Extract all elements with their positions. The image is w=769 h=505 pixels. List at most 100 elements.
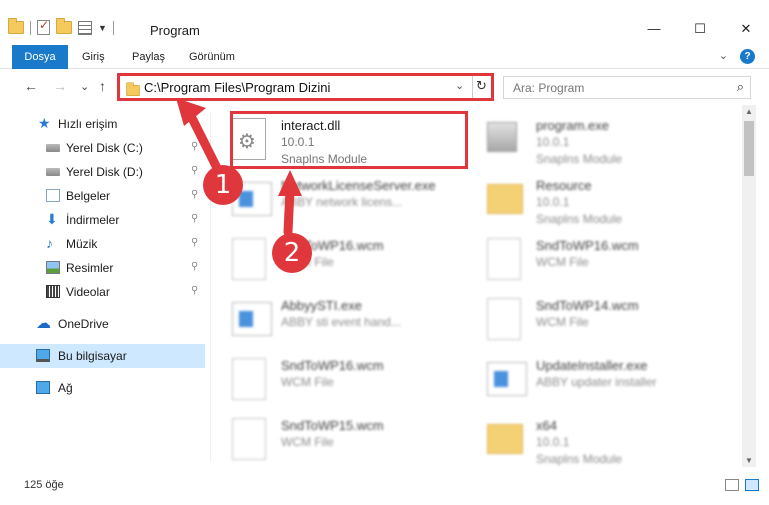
star-icon: ★ <box>38 115 51 131</box>
file-item[interactable]: SndToWP15.wcm WCM File <box>215 410 465 468</box>
file-item[interactable]: program.exe 10.0.1 Snaplns Module <box>470 110 720 168</box>
file-item[interactable]: SndToWP16.wcm WCM File <box>470 230 720 288</box>
file-icon <box>232 238 266 280</box>
sidebar-item-pictures[interactable]: Resimler ⚲ <box>0 256 205 280</box>
file-version: 10.0.1 <box>536 195 570 209</box>
search-input[interactable]: Ara: Program ⌕ <box>503 76 751 99</box>
drive-icon <box>46 144 60 152</box>
file-name: SndToWP16.wcm <box>281 358 384 373</box>
scroll-down-icon[interactable]: ▼ <box>745 456 753 465</box>
sidebar-item-videos[interactable]: Videolar ⚲ <box>0 280 205 304</box>
item-count: 125 öğe <box>24 479 64 491</box>
address-path[interactable]: C:\Program Files\Program Dizini <box>144 80 330 95</box>
sidebar-item-label: Müzik <box>66 237 98 251</box>
expand-ribbon-chevron-icon[interactable]: ⌄ <box>719 49 728 64</box>
sidebar-item-label: Resimler <box>66 261 114 275</box>
file-type: Snaplns Module <box>536 152 623 166</box>
details-view-icon[interactable] <box>725 479 739 491</box>
file-name: Resource <box>536 178 592 193</box>
sidebar-item-downloads[interactable]: ⬇ İndirmeler ⚲ <box>0 208 205 232</box>
sidebar-item-this-pc[interactable]: Bu bilgisayar <box>0 344 205 368</box>
ribbon-right-controls: ⌄ ? <box>719 49 755 64</box>
title-bar: ▼ Program — ☐ ✕ <box>0 0 769 44</box>
pictures-icon <box>46 261 60 274</box>
sidebar-item-onedrive[interactable]: ☁ OneDrive <box>0 312 205 336</box>
pin-icon[interactable]: ⚲ <box>191 237 198 248</box>
folder-icon <box>126 82 140 97</box>
vertical-scrollbar[interactable]: ▲ ▼ <box>742 105 756 467</box>
folder-icon <box>487 424 523 454</box>
up-arrow-icon[interactable]: ↑ <box>99 78 106 94</box>
sidebar-item-network[interactable]: Ağ <box>0 376 205 400</box>
search-icon[interactable]: ⌕ <box>737 79 744 95</box>
scroll-up-icon[interactable]: ▲ <box>745 107 753 116</box>
close-button[interactable]: ✕ <box>723 14 769 44</box>
maximize-button[interactable]: ☐ <box>677 14 723 44</box>
tab-file[interactable]: Dosya <box>12 45 68 69</box>
minimize-button[interactable]: — <box>631 14 677 44</box>
pin-icon[interactable]: ⚲ <box>191 285 198 296</box>
sidebar-item-disk-c[interactable]: Yerel Disk (C:) ⚲ <box>0 136 205 160</box>
file-version: WCM File <box>536 255 589 269</box>
file-item[interactable]: SndToWP16.wcm WCM File <box>215 350 465 408</box>
new-folder-icon[interactable] <box>56 18 72 34</box>
sidebar-item-label: Videolar <box>66 285 110 299</box>
file-item[interactable]: UpdateInstaller.exe ABBY updater install… <box>470 350 720 408</box>
program-icon <box>487 122 517 152</box>
sidebar-item-label: Yerel Disk (C:) <box>66 141 143 155</box>
file-name: SndToWP14.wcm <box>536 298 639 313</box>
file-version: ABBY sti event hand... <box>281 315 401 329</box>
back-arrow-icon[interactable]: ← <box>24 78 38 94</box>
pin-icon[interactable]: ⚲ <box>191 165 198 176</box>
file-version: WCM File <box>281 375 334 389</box>
file-type: Snaplns Module <box>536 212 623 226</box>
file-item[interactable]: Resource 10.0.1 Snaplns Module <box>470 170 720 228</box>
sidebar-item-documents[interactable]: Belgeler ⚲ <box>0 184 205 208</box>
file-item[interactable]: x64 10.0.1 Snaplns Module <box>470 410 720 468</box>
tab-share[interactable]: Paylaş <box>132 45 165 69</box>
file-item[interactable]: SndToWP14.wcm WCM File <box>470 290 720 348</box>
file-item[interactable]: AbbyySTI.exe ABBY sti event hand... <box>215 290 465 348</box>
view-switcher <box>725 479 759 491</box>
properties-icon[interactable] <box>78 20 92 35</box>
pane-divider[interactable] <box>210 112 211 462</box>
status-bar: 125 öğe <box>0 472 769 505</box>
tab-home[interactable]: Giriş <box>82 45 105 69</box>
pin-icon[interactable]: ⚲ <box>191 213 198 224</box>
documents-icon <box>46 189 60 202</box>
sidebar-item-label: Hızlı erişim <box>58 117 118 131</box>
address-dropdown-chevron-icon[interactable]: ⌄ <box>455 79 464 92</box>
large-icons-view-icon[interactable] <box>745 479 759 491</box>
step-1-badge: 1 <box>203 165 243 205</box>
ribbon-tabs: Dosya Giriş Paylaş Görünüm ⌄ ? <box>0 45 769 69</box>
toolbar-divider <box>112 20 114 35</box>
address-bar[interactable]: C:\Program Files\Program Dizini ⌄ ↻ <box>117 73 494 101</box>
pin-icon[interactable]: ⚲ <box>191 189 198 200</box>
file-item[interactable]: SndToWP16.wcm WCM File <box>215 230 465 288</box>
checkmark-properties-icon[interactable] <box>37 18 50 35</box>
sidebar-item-disk-d[interactable]: Yerel Disk (D:) ⚲ <box>0 160 205 184</box>
sidebar-item-label: OneDrive <box>58 317 109 331</box>
help-icon[interactable]: ? <box>740 49 755 64</box>
tab-view[interactable]: Görünüm <box>189 45 235 69</box>
videos-icon <box>46 285 60 298</box>
file-version: 10.0.1 <box>536 135 570 149</box>
folder-icon[interactable] <box>8 18 24 34</box>
recent-locations-chevron-icon[interactable]: ⌄ <box>80 80 89 93</box>
refresh-icon[interactable]: ↻ <box>476 78 487 94</box>
file-item[interactable]: NetworkLicenseServer.exe ABBY network li… <box>215 170 465 228</box>
file-version: ABBY network licens... <box>281 195 403 209</box>
pin-icon[interactable]: ⚲ <box>191 261 198 272</box>
forward-arrow-icon[interactable]: → <box>53 78 67 94</box>
sidebar-item-music[interactable]: ♪ Müzik ⚲ <box>0 232 205 256</box>
folder-icon <box>487 184 523 214</box>
file-name: SndToWP16.wcm <box>536 238 639 253</box>
music-icon: ♪ <box>46 235 53 251</box>
file-name: program.exe <box>536 118 609 133</box>
pin-icon[interactable]: ⚲ <box>191 141 198 152</box>
sidebar-item-quick-access[interactable]: ★ Hızlı erişim <box>0 112 205 136</box>
file-name: SndToWP15.wcm <box>281 418 384 433</box>
customize-toolbar-chevron-icon[interactable]: ▼ <box>98 23 107 33</box>
scrollbar-thumb[interactable] <box>744 121 754 176</box>
exe-icon <box>487 362 527 396</box>
